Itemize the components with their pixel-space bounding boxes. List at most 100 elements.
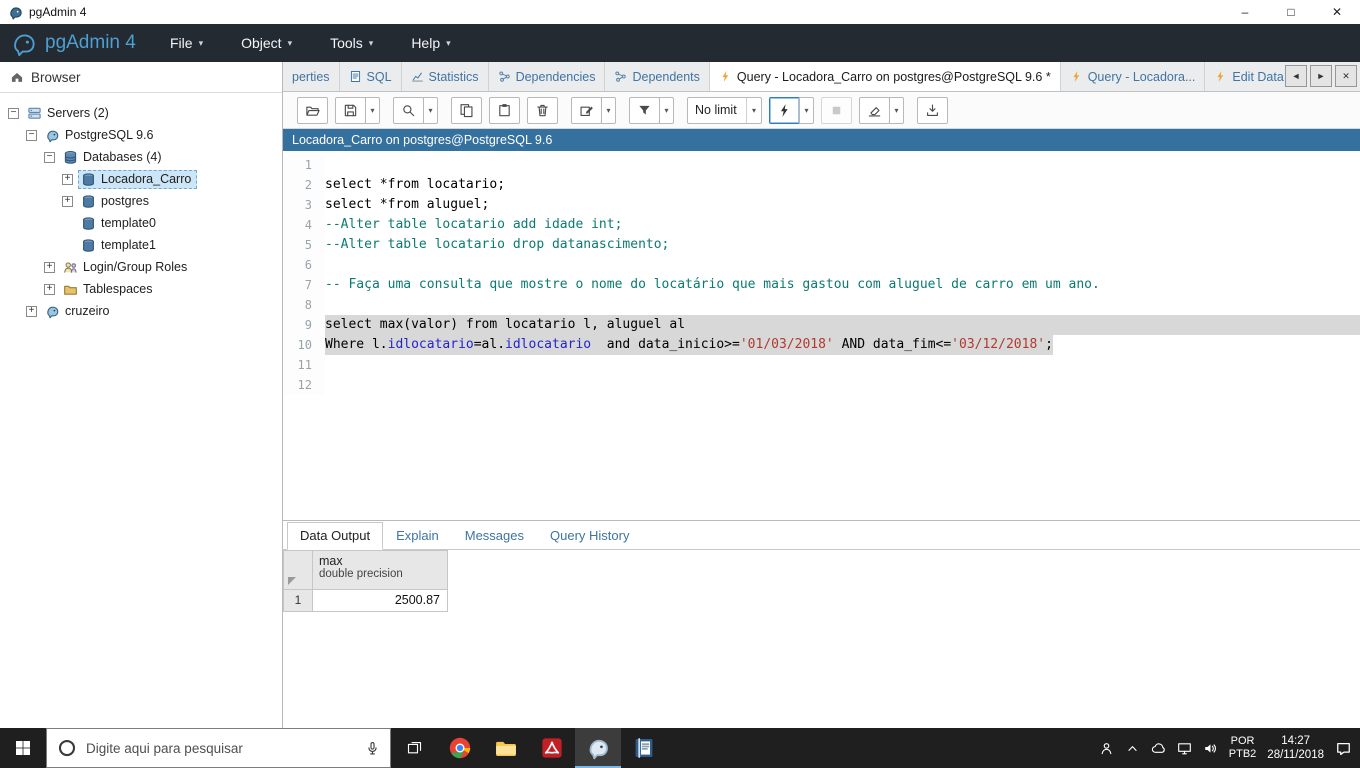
editor-line[interactable]: 12 xyxy=(283,375,1360,395)
editor-line[interactable]: 8 xyxy=(283,295,1360,315)
tab-dependencies[interactable]: Dependencies xyxy=(489,62,606,91)
collapse-icon[interactable]: − xyxy=(44,152,55,163)
tab-query-history[interactable]: Query History xyxy=(537,522,642,550)
result-cell[interactable]: 2500.87 xyxy=(313,590,448,612)
row-limit-combo[interactable]: No limit▾ xyxy=(687,97,762,124)
editor-line[interactable]: 10Where l.idlocatario=al.idlocatario and… xyxy=(283,335,1360,355)
action-center-icon[interactable] xyxy=(1335,740,1352,757)
save-button-menu[interactable]: ▾ xyxy=(365,97,380,124)
menu-file[interactable]: File▾ xyxy=(170,35,203,51)
tree-item-template1[interactable]: template1 xyxy=(0,234,282,256)
network-icon[interactable] xyxy=(1177,741,1192,756)
execute-button-menu[interactable]: ▾ xyxy=(799,97,814,124)
tab-edit-data[interactable]: Edit Data xyxy=(1205,62,1284,91)
window-title: pgAdmin 4 xyxy=(29,5,86,19)
tab-dependents[interactable]: Dependents xyxy=(605,62,709,91)
taskbar-app-acrobat[interactable] xyxy=(529,728,575,768)
copy-button[interactable] xyxy=(451,97,482,124)
expand-icon[interactable]: + xyxy=(62,196,73,207)
tree-item-databases-4[interactable]: −Databases (4) xyxy=(0,146,282,168)
tree-item-postgres[interactable]: +postgres xyxy=(0,190,282,212)
edit-button[interactable] xyxy=(571,97,602,124)
taskbar-app-pgadmin[interactable] xyxy=(575,728,621,768)
editor-line[interactable]: 7-- Faça uma consulta que mostre o nome … xyxy=(283,275,1360,295)
tab-data-output[interactable]: Data Output xyxy=(287,522,383,550)
volume-icon[interactable] xyxy=(1203,741,1218,756)
line-number: 10 xyxy=(283,335,325,355)
microphone-icon[interactable] xyxy=(365,741,380,756)
tab-sql[interactable]: SQL xyxy=(340,62,402,91)
paste-button[interactable] xyxy=(489,97,520,124)
code-line: Where l.idlocatario=al.idlocatario and d… xyxy=(325,335,1053,355)
execute-button[interactable] xyxy=(769,97,800,124)
editor-line[interactable]: 9select max(valor) from locatario l, alu… xyxy=(283,315,1360,335)
editor-line[interactable]: 2select *from locatario; xyxy=(283,175,1360,195)
stop-button[interactable] xyxy=(821,97,852,124)
tree-item-locadora-carro[interactable]: +Locadora_Carro xyxy=(0,168,282,190)
tree-item-postgresql-9-6[interactable]: −PostgreSQL 9.6 xyxy=(0,124,282,146)
editor-line[interactable]: 11 xyxy=(283,355,1360,375)
hidden-icons-chevron-icon[interactable] xyxy=(1125,741,1140,756)
tab-scroll-left-button[interactable]: ◄ xyxy=(1285,65,1307,87)
minimize-button[interactable]: – xyxy=(1222,0,1268,24)
language-indicator[interactable]: POR PTB2 xyxy=(1229,735,1257,761)
task-view-button[interactable] xyxy=(391,728,437,768)
taskbar-clock[interactable]: 14:27 28/11/2018 xyxy=(1267,734,1324,762)
onedrive-icon[interactable] xyxy=(1151,741,1166,756)
editor-line[interactable]: 3select *from aluguel; xyxy=(283,195,1360,215)
grid-select-all-corner[interactable] xyxy=(283,550,313,590)
tree-item-cruzeiro[interactable]: +cruzeiro xyxy=(0,300,282,322)
editor-line[interactable]: 6 xyxy=(283,255,1360,275)
expand-icon[interactable]: + xyxy=(26,306,37,317)
chevron-down-icon[interactable]: ▾ xyxy=(746,98,761,123)
tab-scroll-right-button[interactable]: ► xyxy=(1310,65,1332,87)
menu-object[interactable]: Object▾ xyxy=(241,35,292,51)
find-button-menu[interactable]: ▾ xyxy=(423,97,438,124)
taskbar-app-notes[interactable] xyxy=(621,728,667,768)
maximize-button[interactable]: □ xyxy=(1268,0,1314,24)
tab-query-locadora[interactable]: Query - Locadora... xyxy=(1061,62,1206,91)
clear-button-menu[interactable]: ▾ xyxy=(889,97,904,124)
row-number-cell[interactable]: 1 xyxy=(283,590,313,612)
tab-explain[interactable]: Explain xyxy=(383,522,452,550)
editor-line[interactable]: 4--Alter table locatario add idade int; xyxy=(283,215,1360,235)
tab-perties[interactable]: perties xyxy=(283,62,340,91)
tree-item-template0[interactable]: template0 xyxy=(0,212,282,234)
menu-help[interactable]: Help▾ xyxy=(411,35,450,51)
taskbar-search-input[interactable]: Digite aqui para pesquisar xyxy=(46,728,391,768)
taskbar-app-chrome[interactable] xyxy=(437,728,483,768)
editor-line[interactable]: 5--Alter table locatario drop datanascim… xyxy=(283,235,1360,255)
download-button[interactable] xyxy=(917,97,948,124)
tree-item-servers-2[interactable]: −Servers (2) xyxy=(0,102,282,124)
tab-query-locadora-carro-on-postgres-postgresql-9-6[interactable]: Query - Locadora_Carro on postgres@Postg… xyxy=(710,62,1061,91)
filter-button[interactable] xyxy=(629,97,660,124)
tab-close-button[interactable]: ✕ xyxy=(1335,65,1357,87)
close-button[interactable]: ✕ xyxy=(1314,0,1360,24)
collapse-icon[interactable]: − xyxy=(26,130,37,141)
start-button[interactable] xyxy=(0,728,46,768)
people-icon[interactable] xyxy=(1099,741,1114,756)
edit-button-menu[interactable]: ▾ xyxy=(601,97,616,124)
expand-icon[interactable]: + xyxy=(44,284,55,295)
find-button[interactable] xyxy=(393,97,424,124)
expand-icon[interactable]: + xyxy=(44,262,55,273)
tab-statistics[interactable]: Statistics xyxy=(402,62,489,91)
expander-spacer xyxy=(62,218,73,229)
editor-line[interactable]: 1 xyxy=(283,155,1360,175)
save-button[interactable] xyxy=(335,97,366,124)
clear-button[interactable] xyxy=(859,97,890,124)
open-file-button[interactable] xyxy=(297,97,328,124)
tab-messages[interactable]: Messages xyxy=(452,522,537,550)
tree-item-login-group-roles[interactable]: +Login/Group Roles xyxy=(0,256,282,278)
expand-icon[interactable]: + xyxy=(62,174,73,185)
collapse-icon[interactable]: − xyxy=(8,108,19,119)
tree-item-tablespaces[interactable]: +Tablespaces xyxy=(0,278,282,300)
filter-button-menu[interactable]: ▾ xyxy=(659,97,674,124)
menu-tools[interactable]: Tools▾ xyxy=(330,35,373,51)
content-area: pertiesSQLStatisticsDependenciesDependen… xyxy=(283,62,1360,728)
grid-column-header[interactable]: max double precision xyxy=(313,550,448,590)
taskbar-app-explorer[interactable] xyxy=(483,728,529,768)
delete-button[interactable] xyxy=(527,97,558,124)
tablespaces-icon xyxy=(63,282,78,297)
sql-editor[interactable]: 12select *from locatario;3select *from a… xyxy=(283,151,1360,520)
